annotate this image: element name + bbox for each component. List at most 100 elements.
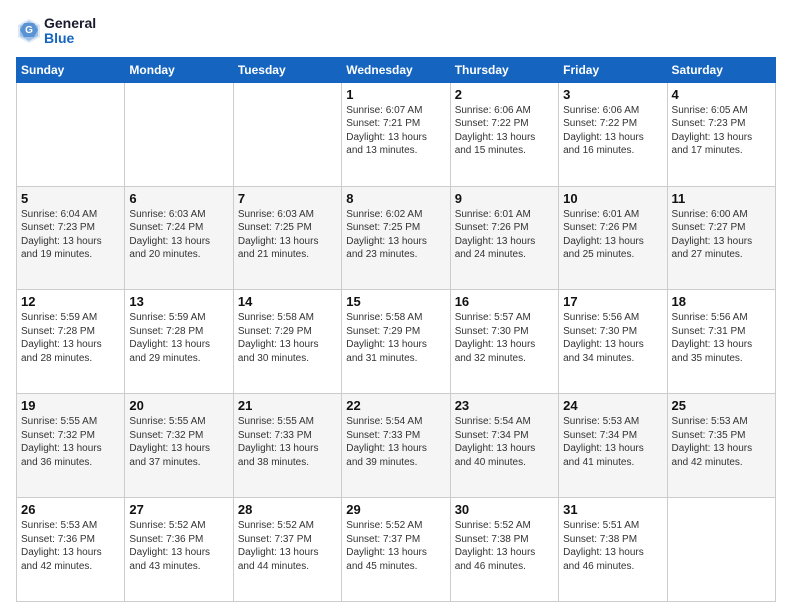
day-number: 22 (346, 398, 445, 413)
day-cell: 6 Sunrise: 6:03 AM Sunset: 7:24 PM Daylig… (125, 186, 233, 290)
day-cell: 31 Sunrise: 5:51 AM Sunset: 7:38 PM Dayli… (559, 498, 667, 602)
day-cell: 13 Sunrise: 5:59 AM Sunset: 7:28 PM Dayli… (125, 290, 233, 394)
day-number: 6 (129, 191, 228, 206)
day-info: Sunrise: 5:59 AM Sunset: 7:28 PM Dayligh… (21, 311, 120, 365)
day-cell: 24Sunrise: 5:53 AM Sunset: 7:34 PM Dayli… (559, 394, 667, 498)
day-info: Sunrise: 6:02 AM Sunset: 7:25 PM Dayligh… (346, 208, 445, 262)
day-cell: 20 Sunrise: 5:55 AM Sunset: 7:32 PM Dayli… (125, 394, 233, 498)
day-cell: 27 Sunrise: 5:52 AM Sunset: 7:36 PM Dayli… (125, 498, 233, 602)
day-number: 7 (238, 191, 337, 206)
day-number: 15 (346, 294, 445, 309)
day-number: 12 (21, 294, 120, 309)
day-header-sunday: Sunday (17, 57, 125, 82)
day-cell: 4 Sunrise: 6:05 AM Sunset: 7:23 PM Daylig… (667, 82, 775, 186)
day-info: Sunrise: 6:03 AM Sunset: 7:24 PM Dayligh… (129, 208, 228, 262)
day-cell: 9 Sunrise: 6:01 AM Sunset: 7:26 PM Daylig… (450, 186, 558, 290)
day-cell: 16Sunrise: 5:57 AM Sunset: 7:30 PM Dayli… (450, 290, 558, 394)
day-cell: 3Sunrise: 6:06 AM Sunset: 7:22 PM Daylig… (559, 82, 667, 186)
day-header-monday: Monday (125, 57, 233, 82)
day-number: 30 (455, 502, 554, 517)
day-info: Sunrise: 5:59 AM Sunset: 7:28 PM Dayligh… (129, 311, 228, 365)
day-number: 26 (21, 502, 120, 517)
day-number: 20 (129, 398, 228, 413)
day-number: 11 (672, 191, 771, 206)
day-info: Sunrise: 5:53 AM Sunset: 7:35 PM Dayligh… (672, 415, 771, 469)
logo-svg: G (16, 17, 42, 45)
day-cell: 18 Sunrise: 5:56 AM Sunset: 7:31 PM Dayli… (667, 290, 775, 394)
day-info: Sunrise: 6:04 AM Sunset: 7:23 PM Dayligh… (21, 208, 120, 262)
day-cell: 12 Sunrise: 5:59 AM Sunset: 7:28 PM Dayli… (17, 290, 125, 394)
logo-text-blue: Blue (44, 31, 96, 46)
day-header-tuesday: Tuesday (233, 57, 341, 82)
day-cell: 26 Sunrise: 5:53 AM Sunset: 7:36 PM Dayli… (17, 498, 125, 602)
day-info: Sunrise: 5:56 AM Sunset: 7:30 PM Dayligh… (563, 311, 662, 365)
day-cell: 1 Sunrise: 6:07 AM Sunset: 7:21 PM Daylig… (342, 82, 450, 186)
day-cell (233, 82, 341, 186)
day-number: 18 (672, 294, 771, 309)
day-number: 9 (455, 191, 554, 206)
day-header-saturday: Saturday (667, 57, 775, 82)
logo-text-general: General (44, 16, 96, 31)
day-cell: 19Sunrise: 5:55 AM Sunset: 7:32 PM Dayli… (17, 394, 125, 498)
day-number: 17 (563, 294, 662, 309)
day-info: Sunrise: 6:00 AM Sunset: 7:27 PM Dayligh… (672, 208, 771, 262)
calendar-table: SundayMondayTuesdayWednesdayThursdayFrid… (16, 57, 776, 602)
day-cell: 14Sunrise: 5:58 AM Sunset: 7:29 PM Dayli… (233, 290, 341, 394)
day-info: Sunrise: 6:05 AM Sunset: 7:23 PM Dayligh… (672, 104, 771, 158)
day-cell: 2Sunrise: 6:06 AM Sunset: 7:22 PM Daylig… (450, 82, 558, 186)
day-info: Sunrise: 6:07 AM Sunset: 7:21 PM Dayligh… (346, 104, 445, 158)
day-number: 21 (238, 398, 337, 413)
day-info: Sunrise: 5:53 AM Sunset: 7:34 PM Dayligh… (563, 415, 662, 469)
day-number: 4 (672, 87, 771, 102)
week-row-5: 26 Sunrise: 5:53 AM Sunset: 7:36 PM Dayli… (17, 498, 776, 602)
day-cell: 11 Sunrise: 6:00 AM Sunset: 7:27 PM Dayli… (667, 186, 775, 290)
day-cell (667, 498, 775, 602)
day-info: Sunrise: 6:01 AM Sunset: 7:26 PM Dayligh… (563, 208, 662, 262)
day-cell: 28 Sunrise: 5:52 AM Sunset: 7:37 PM Dayli… (233, 498, 341, 602)
day-number: 27 (129, 502, 228, 517)
day-header-thursday: Thursday (450, 57, 558, 82)
svg-text:G: G (25, 25, 33, 36)
day-cell: 5 Sunrise: 6:04 AM Sunset: 7:23 PM Daylig… (17, 186, 125, 290)
day-info: Sunrise: 5:52 AM Sunset: 7:36 PM Dayligh… (129, 519, 228, 573)
day-number: 25 (672, 398, 771, 413)
day-cell: 7 Sunrise: 6:03 AM Sunset: 7:25 PM Daylig… (233, 186, 341, 290)
day-info: Sunrise: 5:56 AM Sunset: 7:31 PM Dayligh… (672, 311, 771, 365)
day-number: 5 (21, 191, 120, 206)
week-row-2: 5 Sunrise: 6:04 AM Sunset: 7:23 PM Daylig… (17, 186, 776, 290)
day-info: Sunrise: 5:52 AM Sunset: 7:37 PM Dayligh… (238, 519, 337, 573)
day-info: Sunrise: 5:53 AM Sunset: 7:36 PM Dayligh… (21, 519, 120, 573)
day-header-row: SundayMondayTuesdayWednesdayThursdayFrid… (17, 57, 776, 82)
day-cell: 25 Sunrise: 5:53 AM Sunset: 7:35 PM Dayli… (667, 394, 775, 498)
day-header-friday: Friday (559, 57, 667, 82)
day-cell: 10 Sunrise: 6:01 AM Sunset: 7:26 PM Dayli… (559, 186, 667, 290)
calendar-page: G General Blue SundayMondayTuesdayWednes… (0, 0, 792, 612)
logo: G General Blue (16, 16, 96, 47)
day-info: Sunrise: 6:03 AM Sunset: 7:25 PM Dayligh… (238, 208, 337, 262)
day-info: Sunrise: 5:55 AM Sunset: 7:32 PM Dayligh… (129, 415, 228, 469)
day-info: Sunrise: 5:54 AM Sunset: 7:33 PM Dayligh… (346, 415, 445, 469)
day-number: 1 (346, 87, 445, 102)
day-info: Sunrise: 5:51 AM Sunset: 7:38 PM Dayligh… (563, 519, 662, 573)
day-cell: 15Sunrise: 5:58 AM Sunset: 7:29 PM Dayli… (342, 290, 450, 394)
day-number: 29 (346, 502, 445, 517)
day-info: Sunrise: 6:06 AM Sunset: 7:22 PM Dayligh… (455, 104, 554, 158)
day-cell (125, 82, 233, 186)
day-number: 23 (455, 398, 554, 413)
day-info: Sunrise: 6:06 AM Sunset: 7:22 PM Dayligh… (563, 104, 662, 158)
day-info: Sunrise: 6:01 AM Sunset: 7:26 PM Dayligh… (455, 208, 554, 262)
day-number: 10 (563, 191, 662, 206)
day-header-wednesday: Wednesday (342, 57, 450, 82)
day-cell: 29Sunrise: 5:52 AM Sunset: 7:37 PM Dayli… (342, 498, 450, 602)
header: G General Blue (16, 16, 776, 47)
day-cell: 17 Sunrise: 5:56 AM Sunset: 7:30 PM Dayli… (559, 290, 667, 394)
day-number: 28 (238, 502, 337, 517)
day-info: Sunrise: 5:57 AM Sunset: 7:30 PM Dayligh… (455, 311, 554, 365)
day-number: 31 (563, 502, 662, 517)
week-row-3: 12 Sunrise: 5:59 AM Sunset: 7:28 PM Dayli… (17, 290, 776, 394)
day-info: Sunrise: 5:54 AM Sunset: 7:34 PM Dayligh… (455, 415, 554, 469)
day-number: 13 (129, 294, 228, 309)
week-row-4: 19 Sunrise: 5:55 AM Sunset: 7:32 PM Dayli… (17, 394, 776, 498)
day-info: Sunrise: 5:58 AM Sunset: 7:29 PM Dayligh… (238, 311, 337, 365)
day-number: 19 (21, 398, 120, 413)
